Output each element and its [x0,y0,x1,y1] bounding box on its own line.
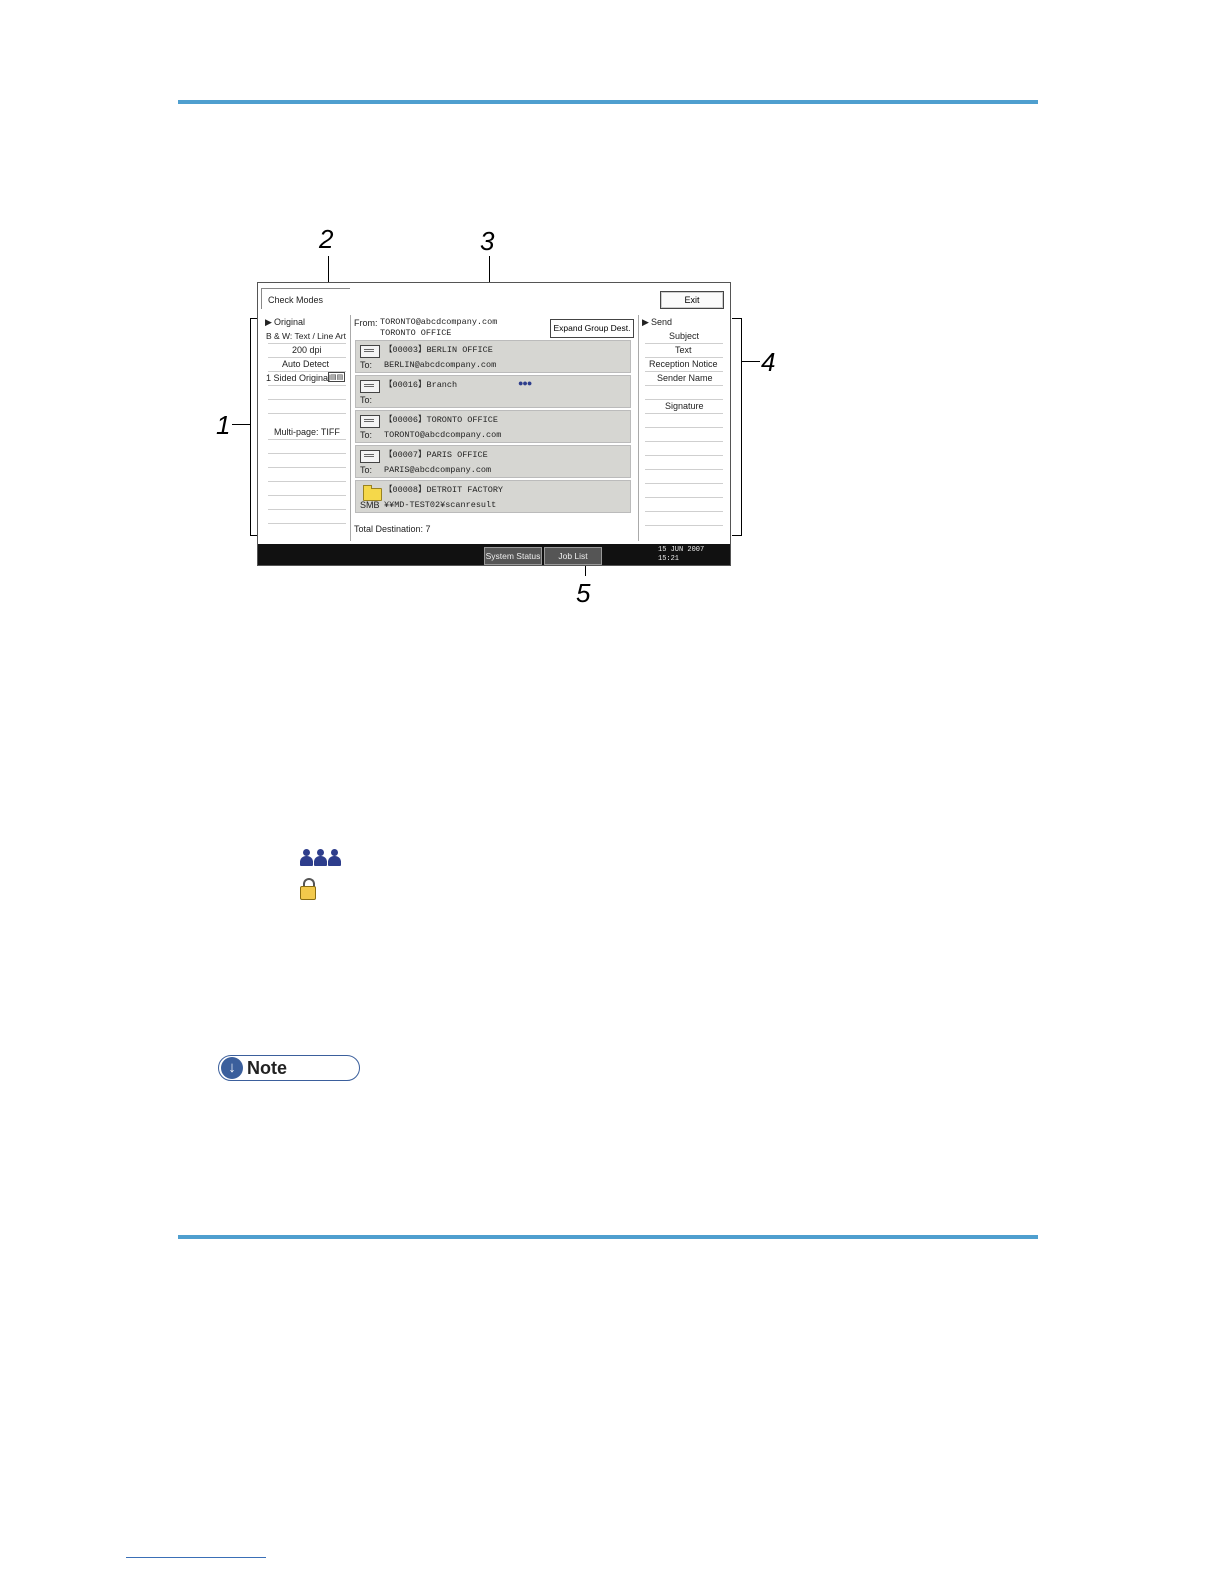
mail-icon [360,380,380,393]
destination-address: TORONTO@abcdcompany.com [384,430,502,440]
job-list-button[interactable]: Job List [544,547,602,565]
status-date: 15 JUN 2007 [658,546,705,554]
destination-title: 【00016】Branch [384,380,458,390]
mail-icon [360,345,380,358]
send-header: Send [651,317,673,327]
triangle-icon: ▶ [265,317,272,327]
callout-4: 4 [761,347,776,377]
bracket-4 [732,318,742,536]
destination-prefix: To: [360,395,373,405]
destination-prefix: To: [360,465,373,475]
destination-address: ¥¥MD-TEST02¥scanresult [384,500,497,510]
destination-title: 【00007】PARIS OFFICE [384,450,488,460]
note-badge: ↓ Note [218,1055,360,1081]
destination-prefix: SMB [360,500,380,510]
destination-title: 【00003】BERLIN OFFICE [384,345,493,355]
destination-item[interactable]: 【00006】TORONTO OFFICE To: TORONTO@abcdco… [355,410,631,443]
arrow-down-icon: ↓ [221,1057,243,1079]
destination-title: 【00006】TORONTO OFFICE [384,415,498,425]
triangle-icon: ▶ [642,317,649,327]
original-header: Original [274,317,306,327]
callout-1: 1 [216,410,231,440]
group-people-icon [300,848,342,868]
from-label: From: [354,318,378,328]
destination-address: BERLIN@abcdcompany.com [384,360,497,370]
screen-title: Check Modes [268,295,324,305]
leader-4 [742,361,760,362]
top-rule [178,100,1038,104]
destination-item[interactable]: 【00008】DETROIT FACTORY SMB ¥¥MD-TEST02¥s… [355,480,631,513]
destination-item[interactable]: 【00003】BERLIN OFFICE To: BERLIN@abcdcomp… [355,340,631,373]
destination-item[interactable]: 【00007】PARIS OFFICE To: PARIS@abcdcompan… [355,445,631,478]
destination-title: 【00008】DETROIT FACTORY [384,485,504,495]
left-item: 1 Sided Original [266,373,331,383]
destination-prefix: To: [360,430,373,440]
right-item: Reception Notice [649,359,718,369]
left-item: 200 dpi [292,345,322,355]
duplex-icon: ▤▤ [328,372,346,382]
from-email: TORONTO@abcdcompany.com [380,317,498,327]
callout-5: 5 [576,578,591,608]
leader-1 [232,424,250,425]
right-item: Signature [665,401,704,411]
destination-item[interactable]: 【00016】Branch ●●● To: [355,375,631,408]
left-item: Multi-page: TIFF [274,427,340,437]
destination-prefix: To: [360,360,373,370]
left-item: Auto Detect [282,359,330,369]
from-name: TORONTO OFFICE [380,328,452,338]
expand-group-dest-button[interactable]: Expand Group Dest. [550,319,634,338]
destination-address: PARIS@abcdcompany.com [384,465,492,475]
bottom-rule [178,1235,1038,1239]
title-tab: Check Modes [261,288,350,309]
lock-icon [300,878,316,900]
mail-icon [360,415,380,428]
right-item: Text [675,345,692,355]
footer-link-line [126,1557,266,1558]
callout-2: 2 [319,224,334,254]
right-item: Sender Name [657,373,713,383]
callout-3: 3 [480,226,495,256]
left-item: B & W: Text / Line Art [266,331,346,341]
destination-panel: From: TORONTO@abcdcompany.com TORONTO OF… [352,315,636,541]
group-icon: ●●● [518,378,532,388]
right-item: Subject [669,331,700,341]
status-bar: System Status Job List 15 JUN 2007 15:21 [258,544,730,565]
status-time: 15:21 [658,555,680,563]
note-label: Note [247,1058,287,1078]
check-modes-screen: Check Modes Exit ▶ Original B & W: Text … [257,282,731,566]
original-settings-panel: ▶ Original B & W: Text / Line Art 200 dp… [262,315,351,541]
exit-button[interactable]: Exit [660,291,724,309]
system-status-button[interactable]: System Status [484,547,542,565]
send-settings-panel: ▶ Send Subject Text Reception Notice Sen… [638,315,727,541]
total-destination: Total Destination: 7 [354,524,431,534]
mail-icon [360,450,380,463]
